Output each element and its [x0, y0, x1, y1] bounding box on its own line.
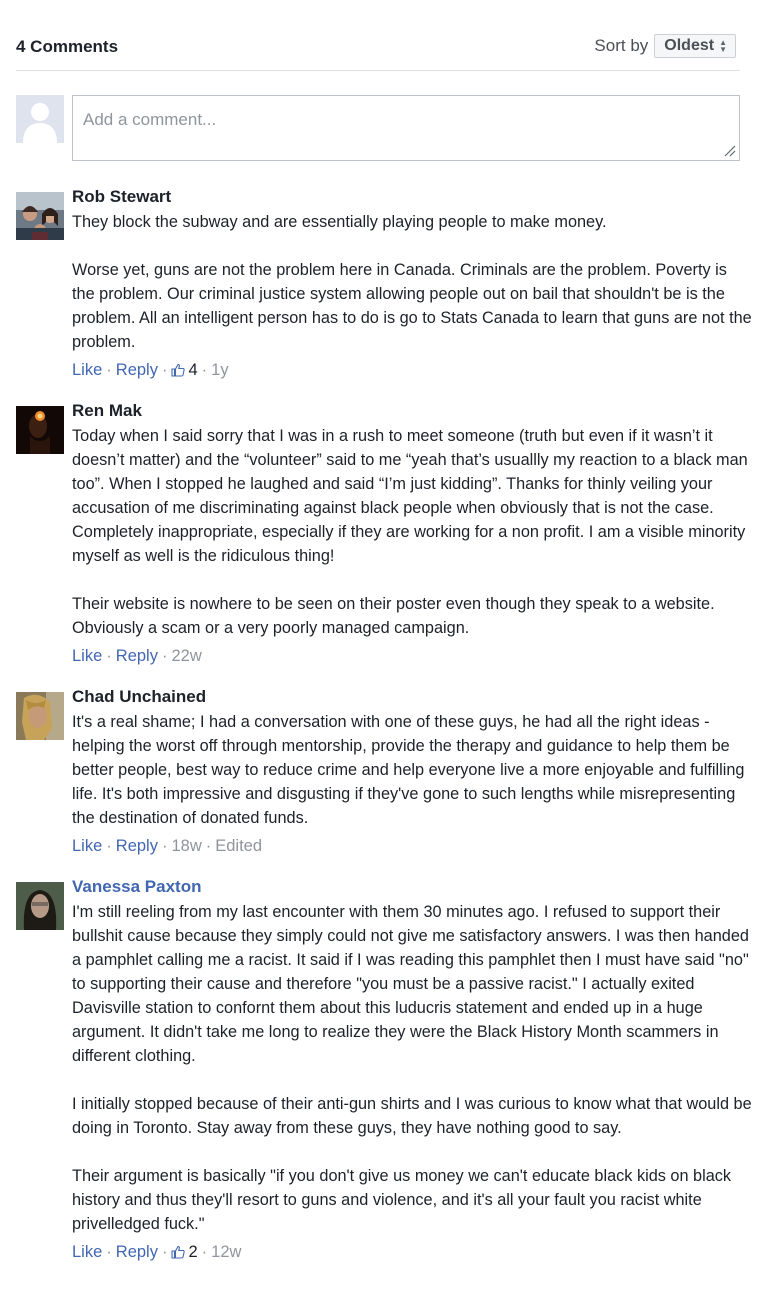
- comment-count: 4 Comments: [16, 37, 119, 56]
- reply-link[interactable]: Reply: [116, 645, 158, 667]
- thumbs-up-icon: [171, 1245, 186, 1259]
- person-silhouette-icon: [16, 95, 64, 143]
- like-link[interactable]: Like: [72, 359, 102, 381]
- comment-text: Their website is nowhere to be seen on t…: [72, 595, 715, 637]
- comment-actions: Like · Reply · 18w · Edited: [72, 835, 263, 857]
- avatar[interactable]: [16, 882, 64, 930]
- reply-link[interactable]: Reply: [116, 835, 158, 857]
- avatar[interactable]: [16, 406, 64, 454]
- like-link[interactable]: Like: [72, 835, 102, 857]
- comment-text: Worse yet, guns are not the problem here…: [72, 261, 752, 351]
- comment-input-placeholder: Add a comment...: [83, 110, 217, 129]
- avatar[interactable]: [16, 192, 64, 240]
- comments-plugin: 4 Comments Sort by Oldest ▲ ▼ Add a comme…: [0, 0, 766, 1300]
- comment-time[interactable]: 12w: [211, 1241, 241, 1263]
- like-count-value: 4: [188, 361, 198, 379]
- like-count[interactable]: 4: [171, 359, 198, 381]
- avatar[interactable]: [16, 692, 64, 740]
- comment-time[interactable]: 22w: [171, 645, 201, 667]
- comments-header: 4 Comments Sort by Oldest ▲ ▼: [16, 30, 740, 71]
- sort-label: Sort by: [594, 36, 649, 55]
- like-count[interactable]: 2: [171, 1241, 198, 1263]
- comment-text: I'm still reeling from my last encounter…: [72, 903, 749, 1065]
- comment-actions: Like · Reply · 2 · 12w: [72, 1241, 242, 1263]
- comment-actions: Like · Reply · 4 · 1y: [72, 359, 229, 381]
- sort-arrows-icon: ▲ ▼: [719, 38, 727, 54]
- like-count-value: 2: [188, 1243, 198, 1261]
- reply-link[interactable]: Reply: [116, 1241, 158, 1263]
- comment-author[interactable]: Vanessa Paxton: [72, 876, 752, 898]
- sort-control: Sort by Oldest ▲ ▼: [594, 34, 736, 58]
- comment-time[interactable]: 1y: [211, 359, 228, 381]
- resize-handle-icon[interactable]: [724, 145, 736, 157]
- comment-author[interactable]: Chad Unchained: [72, 686, 752, 708]
- sort-value: Oldest: [664, 37, 715, 54]
- comment-input[interactable]: Add a comment...: [72, 95, 740, 161]
- edited-label[interactable]: Edited: [215, 835, 262, 857]
- comment-text: Today when I said sorry that I was in a …: [72, 427, 748, 565]
- thumbs-up-icon: [171, 363, 186, 377]
- sort-select[interactable]: Oldest ▲ ▼: [654, 34, 736, 58]
- like-link[interactable]: Like: [72, 645, 102, 667]
- like-link[interactable]: Like: [72, 1241, 102, 1263]
- comment-text: I initially stopped because of their ant…: [72, 1095, 752, 1137]
- comment-time[interactable]: 18w: [171, 835, 201, 857]
- default-avatar: [16, 95, 64, 143]
- comment-text: They block the subway and are essentiall…: [72, 213, 607, 231]
- reply-link[interactable]: Reply: [116, 359, 158, 381]
- comment-author[interactable]: Ren Mak: [72, 400, 752, 422]
- comment-actions: Like · Reply · 22w: [72, 645, 202, 667]
- comment-author[interactable]: Rob Stewart: [72, 186, 752, 208]
- comment-text: Their argument is basically "if you don'…: [72, 1167, 732, 1233]
- comment-text: It's a real shame; I had a conversation …: [72, 713, 745, 827]
